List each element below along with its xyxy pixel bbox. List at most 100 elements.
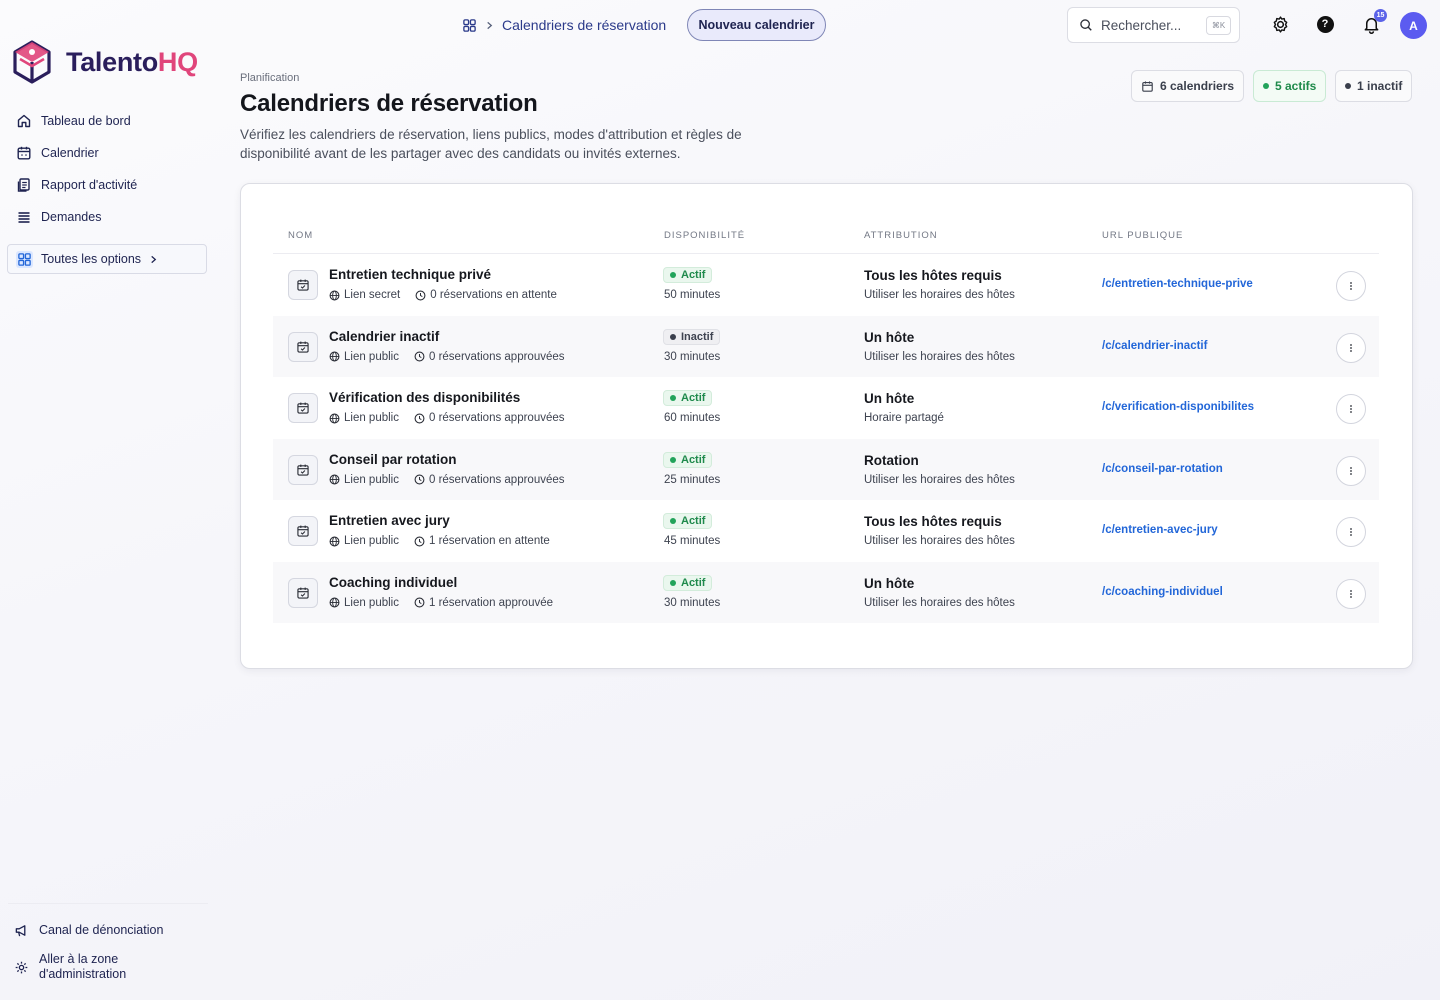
status-dot-icon [670,272,676,278]
search-input[interactable] [1101,17,1207,33]
apps-grid-icon[interactable] [462,18,477,33]
whistleblower-channel-link[interactable]: Canal de dénonciation [8,920,208,940]
clock-icon [414,413,425,424]
sidebar-item-dashboard[interactable]: Tableau de bord [8,105,208,137]
user-avatar[interactable]: A [1400,12,1427,39]
table-row[interactable]: Conseil par rotation Lien public 0 réser… [273,438,1379,500]
attribution-mode: Un hôte [864,391,915,406]
cube-logo-icon [12,40,52,84]
search-shortcut: ⌘K [1206,16,1231,35]
report-icon [16,177,32,193]
breadcrumb: Calendriers de réservation [462,14,666,36]
sidebar: TalentoHQ Tableau de bord Calendrier Rap… [0,0,216,1000]
calendar-name[interactable]: Conseil par rotation [329,452,457,467]
public-url-link[interactable]: /c/coaching-individuel [1102,586,1223,598]
schedule-rule: Utiliser les horaires des hôtes [864,473,1015,486]
settings-button[interactable] [1269,13,1291,35]
schedule-rule: Utiliser les horaires des hôtes [864,289,1015,301]
calendar-name[interactable]: Entretien technique privé [329,267,491,282]
public-url-link[interactable]: /c/calendrier-inactif [1102,340,1207,352]
help-button[interactable]: ? [1314,13,1336,35]
schedule-rule: Horaire partagé [864,412,944,424]
calendar-name[interactable]: Entretien avec jury [329,513,450,528]
duration: 25 minutes [664,473,721,486]
globe-icon [329,474,340,485]
row-actions-button[interactable] [1336,271,1366,301]
row-actions-button[interactable] [1336,578,1366,609]
calendars-table-card: NOM DISPONIBILITÉ ATTRIBUTION URL PUBLIQ… [240,183,1413,669]
sidebar-item-activity-report[interactable]: Rapport d'activité [8,169,208,201]
row-actions-button[interactable] [1336,332,1366,363]
row-actions-button[interactable] [1336,455,1366,486]
calendar-name[interactable]: Coaching individuel [329,575,457,590]
whistleblower-label: Canal de dénonciation [39,923,164,937]
calendar-meta: Lien public 0 réservations approuvées [329,412,565,424]
new-calendar-button[interactable]: Nouveau calendrier [687,9,826,41]
notifications-button[interactable]: 15 [1360,9,1387,35]
table-row[interactable]: Vérification des disponibilités Lien pub… [273,377,1379,439]
link-visibility: Lien public [344,535,399,547]
calendar-icon [288,331,318,362]
calendar-icon [288,270,318,300]
question-icon: ? [1316,15,1334,33]
public-url-link[interactable]: /c/entretien-avec-jury [1102,524,1218,536]
clock-icon [414,597,425,608]
table-row[interactable]: Entretien technique privé Lien secret 0 … [273,254,1379,316]
public-url-link[interactable]: /c/conseil-par-rotation [1102,463,1223,475]
section-eyebrow: Planification [240,72,300,84]
status-dot-icon [670,456,676,463]
duration: 30 minutes [664,596,721,609]
duration: 50 minutes [664,289,721,301]
attribution-mode: Tous les hôtes requis [864,514,1002,529]
public-url-link[interactable]: /c/entretien-technique-prive [1102,278,1253,290]
row-actions-button[interactable] [1336,517,1366,547]
sidebar-item-calendar[interactable]: Calendrier [8,137,208,169]
calendar-meta: Lien secret 0 réservations en attente [329,289,557,301]
inactive-calendars-badge: 1 inactif [1335,70,1413,102]
clock-icon [414,536,425,547]
bookings-summary: 0 réservations approuvées [428,473,565,486]
status-label: Actif [681,453,706,466]
table-row[interactable]: Coaching individuel Lien public 1 réserv… [273,561,1379,623]
inactive-count: 1 inactif [1357,79,1403,93]
attribution-mode: Un hôte [864,329,915,345]
list-icon [16,209,32,225]
sidebar-item-label: Tableau de bord [41,114,131,128]
table-row[interactable]: Entretien avec jury Lien public 1 réserv… [273,500,1379,562]
link-visibility: Lien public [344,473,399,486]
attribution-mode: Un hôte [864,575,915,591]
gear-icon [1271,15,1290,34]
page-title: Calendriers de réservation [240,90,538,117]
row-actions-button[interactable] [1336,394,1366,424]
sidebar-item-requests[interactable]: Demandes [8,201,208,233]
status-label: Actif [681,269,706,281]
calendar-meta: Lien public 1 réservation en attente [329,535,550,547]
brand-name: TalentoHQ [66,46,198,77]
admin-zone-link[interactable]: Aller à la zone d'administration [8,952,208,982]
calendar-name[interactable]: Calendrier inactif [329,329,439,344]
attribution-mode: Rotation [864,452,919,468]
all-options-button[interactable]: Toutes les options [7,244,207,274]
megaphone-icon [14,923,29,938]
sidebar-item-label: Calendrier [41,146,99,160]
sidebar-nav: Tableau de bord Calendrier Rapport d'act… [8,105,208,233]
public-url-link[interactable]: /c/verification-disponibilites [1102,401,1254,413]
chevron-right-icon [485,21,494,30]
attribution-mode: Tous les hôtes requis [864,268,1002,283]
search-box[interactable]: ⌘K [1067,7,1240,43]
gear-icon [14,960,29,975]
notification-count-badge: 15 [1374,9,1387,22]
column-header-availability: DISPONIBILITÉ [664,230,746,241]
schedule-rule: Utiliser les horaires des hôtes [864,596,1015,609]
more-vertical-icon [1346,343,1356,353]
brand-logo[interactable]: TalentoHQ [12,40,198,84]
table-row[interactable]: Calendrier inactif Lien public 0 réserva… [273,315,1379,377]
breadcrumb-current[interactable]: Calendriers de réservation [502,17,666,33]
search-icon [1079,18,1093,32]
schedule-rule: Utiliser les horaires des hôtes [864,350,1015,363]
bookings-summary: 0 réservations approuvées [428,350,565,363]
column-header-name: NOM [288,230,314,241]
chevron-right-icon [149,255,158,264]
status-dot-icon [670,579,676,586]
calendar-name[interactable]: Vérification des disponibilités [329,390,520,405]
